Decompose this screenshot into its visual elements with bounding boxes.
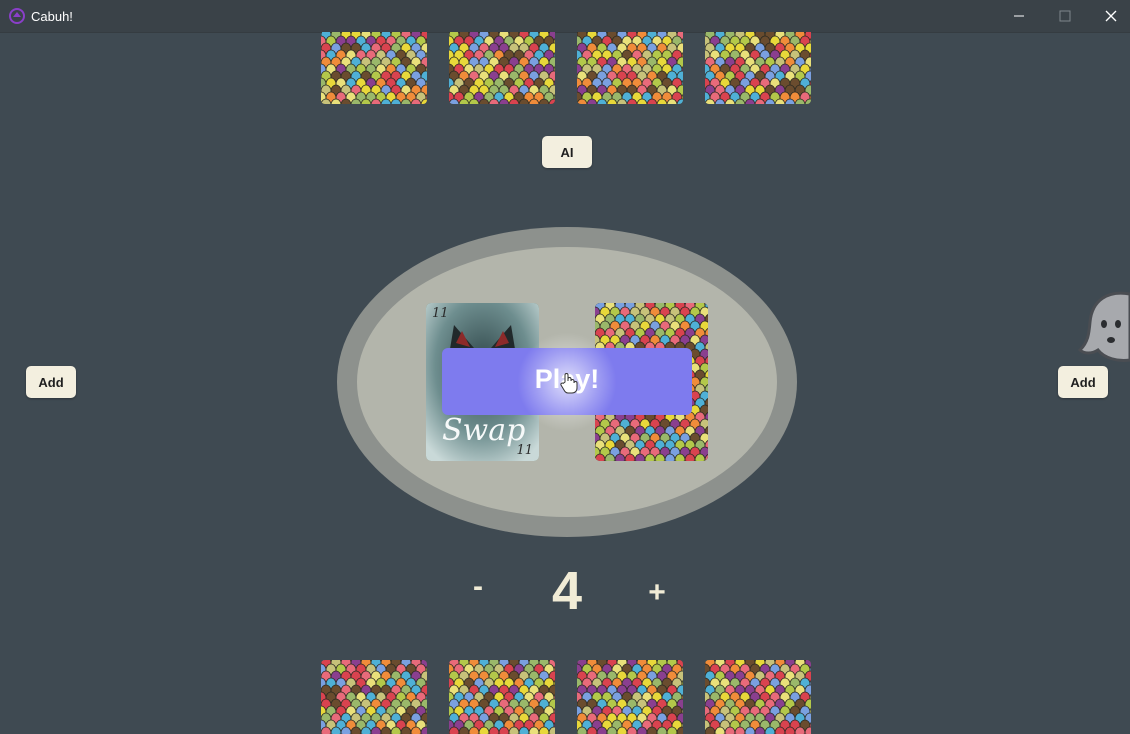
window-titlebar: Cabuh!	[0, 0, 1130, 33]
minimize-icon	[1014, 15, 1024, 17]
ai-button-label: AI	[560, 144, 574, 160]
player-count: 4	[551, 561, 583, 621]
minus-label: -	[473, 570, 483, 603]
minimize-button[interactable]	[996, 0, 1042, 32]
player-card[interactable]	[705, 660, 811, 734]
increase-players-button[interactable]: +	[641, 576, 673, 610]
opponent-card	[321, 32, 427, 104]
add-left-button[interactable]: Add	[26, 366, 76, 398]
add-right-label: Add	[1070, 374, 1096, 390]
card-rank-bottom: 11	[516, 443, 533, 458]
window-title: Cabuh!	[31, 9, 73, 24]
maximize-icon	[1059, 10, 1071, 22]
hand-cursor-icon	[560, 373, 578, 394]
add-left-label: Add	[38, 374, 64, 390]
play-button[interactable]: Play!	[442, 332, 692, 432]
plus-label: +	[648, 576, 666, 609]
close-icon	[1105, 10, 1117, 22]
player-card[interactable]	[577, 660, 683, 734]
ai-button[interactable]: AI	[542, 136, 592, 168]
maximize-button[interactable]	[1042, 0, 1088, 32]
app-logo-icon	[9, 8, 25, 24]
card-name: Swap	[442, 413, 526, 448]
player-card[interactable]	[321, 660, 427, 734]
decrease-players-button[interactable]: -	[462, 570, 494, 604]
close-button[interactable]	[1088, 0, 1130, 32]
add-right-button[interactable]: Add	[1058, 366, 1108, 398]
opponent-card	[449, 32, 555, 104]
opponent-card	[577, 32, 683, 104]
player-card[interactable]	[449, 660, 555, 734]
card-rank-top: 11	[432, 306, 449, 321]
opponent-card	[705, 32, 811, 104]
